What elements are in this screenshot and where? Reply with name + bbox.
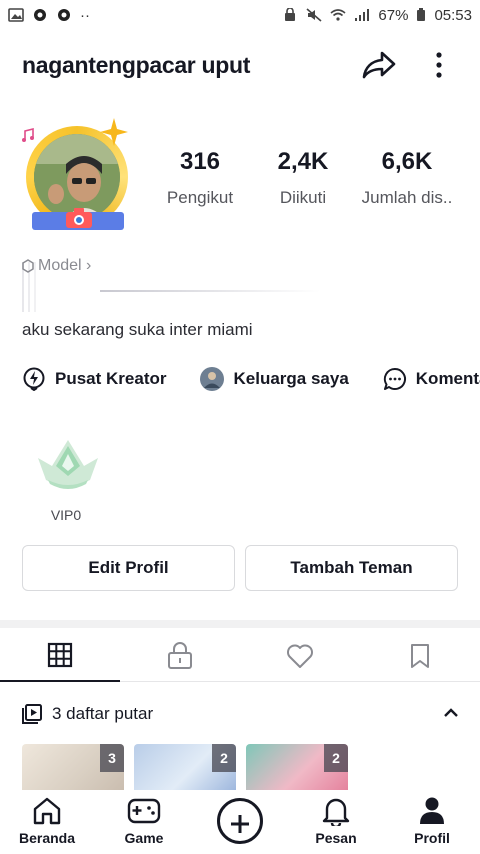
quick-links: Pusat Kreator Keluarga saya Komentar — [22, 364, 480, 394]
bio-text: aku sekarang suka inter miami — [22, 320, 253, 339]
clock: 05:53 — [434, 6, 472, 24]
playlist-count: 2 — [212, 744, 236, 772]
plus-icon — [231, 815, 249, 833]
likes-count: 6,6K — [381, 148, 433, 175]
username: nagantengpacar uput — [22, 52, 251, 78]
playlist-thumbnail[interactable]: 2 — [134, 744, 236, 794]
vip-badge[interactable]: VIP0 — [34, 436, 102, 523]
creator-center-label: Pusat Kreator — [55, 369, 167, 388]
playlist-thumbnails: 3 2 2 — [22, 744, 348, 794]
lightning-bubble-icon — [23, 367, 45, 391]
avatar[interactable] — [18, 118, 130, 236]
mute-icon — [306, 8, 322, 22]
likes-stat[interactable]: 6,6K Jumlah dis.. — [348, 148, 466, 208]
tab-private[interactable] — [120, 630, 240, 682]
nav-profile-label: Profil — [414, 830, 450, 846]
playlist-thumbnail[interactable]: 3 — [22, 744, 124, 794]
following-label: Diikuti — [279, 188, 327, 207]
more-options-button[interactable] — [426, 48, 452, 82]
following-count: 2,4K — [277, 148, 329, 175]
signal-icon — [355, 9, 370, 21]
vip-label: VIP0 — [50, 507, 82, 523]
share-arrow-icon — [362, 51, 396, 79]
comment-bubble-icon — [383, 367, 406, 390]
followers-stat[interactable]: 316 Pengikut — [160, 148, 240, 208]
home-icon — [33, 797, 61, 825]
create-button[interactable] — [217, 798, 263, 844]
more-vertical-icon — [436, 52, 442, 78]
nav-home[interactable]: Beranda — [12, 790, 82, 854]
wifi-icon — [330, 9, 346, 21]
heart-icon — [287, 644, 313, 668]
section-divider — [0, 620, 480, 628]
nav-messages-label: Pesan — [315, 830, 357, 846]
followers-label: Pengikut — [166, 188, 234, 207]
battery-icon — [417, 8, 426, 21]
nav-home-label: Beranda — [18, 830, 76, 846]
playlist-header[interactable]: 3 daftar putar — [22, 700, 462, 728]
following-stat[interactable]: 2,4K Diikuti — [268, 148, 338, 208]
lock-icon — [168, 642, 192, 669]
likes-label: Jumlah dis.. — [361, 188, 453, 207]
more-notifications-icon: ·· — [80, 6, 90, 24]
family-avatar-icon — [200, 367, 225, 391]
status-bar: ·· 67% 05:53 — [0, 0, 480, 30]
playlist-thumbnail[interactable]: 2 — [246, 744, 348, 794]
playlist-count: 2 — [324, 744, 348, 772]
vpn-lock-icon — [285, 8, 296, 21]
person-icon — [420, 797, 444, 824]
comments-link[interactable]: Komentar — [383, 367, 480, 391]
gamepad-icon — [127, 798, 161, 824]
glitch-line — [100, 290, 320, 292]
creator-center-link[interactable]: Pusat Kreator — [22, 367, 166, 391]
model-icon — [22, 259, 34, 273]
model-link-label: Model › — [38, 257, 92, 274]
model-link[interactable]: Model › — [22, 257, 91, 275]
comments-label: Komentar — [415, 369, 480, 388]
status-right: 67% 05:53 — [282, 7, 472, 24]
my-family-link[interactable]: Keluarga saya — [200, 367, 349, 391]
share-profile-button[interactable] — [360, 48, 398, 82]
nav-create[interactable] — [205, 790, 275, 854]
status-left: ·· — [8, 7, 90, 24]
app-notification-icon — [34, 9, 46, 21]
nav-messages[interactable]: Pesan — [301, 790, 371, 854]
playlist-count: 3 — [100, 744, 124, 772]
playlist-title: 3 daftar putar — [52, 704, 154, 723]
camera-badge-icon — [66, 208, 92, 228]
playlist-icon — [22, 704, 42, 724]
nav-game[interactable]: Game — [109, 790, 179, 854]
sparkle-icon — [100, 118, 128, 146]
bell-icon — [322, 798, 350, 826]
chevron-up-icon[interactable] — [442, 704, 460, 722]
music-note-icon — [22, 128, 34, 142]
tab-videos[interactable] — [0, 630, 120, 682]
tab-liked[interactable] — [240, 630, 360, 682]
bookmark-icon — [411, 644, 429, 668]
followers-count: 316 — [179, 148, 221, 175]
add-friend-button[interactable]: Tambah Teman — [245, 545, 458, 591]
vip-crown-icon — [38, 440, 98, 489]
edit-profile-button[interactable]: Edit Profil — [22, 545, 235, 591]
battery-percent: 67% — [378, 6, 409, 24]
tab-saved[interactable] — [360, 630, 480, 682]
profile-header: nagantengpacar uput — [0, 40, 480, 90]
my-family-label: Keluarga saya — [233, 369, 349, 388]
grid-icon — [47, 642, 73, 668]
gallery-icon — [8, 8, 24, 22]
nav-game-label: Game — [124, 830, 164, 846]
content-tabs — [0, 630, 480, 682]
app-notification-icon — [58, 9, 70, 21]
bottom-navigation: Beranda Game Pesan Profil — [0, 790, 480, 854]
nav-profile[interactable]: Profil — [397, 790, 467, 854]
